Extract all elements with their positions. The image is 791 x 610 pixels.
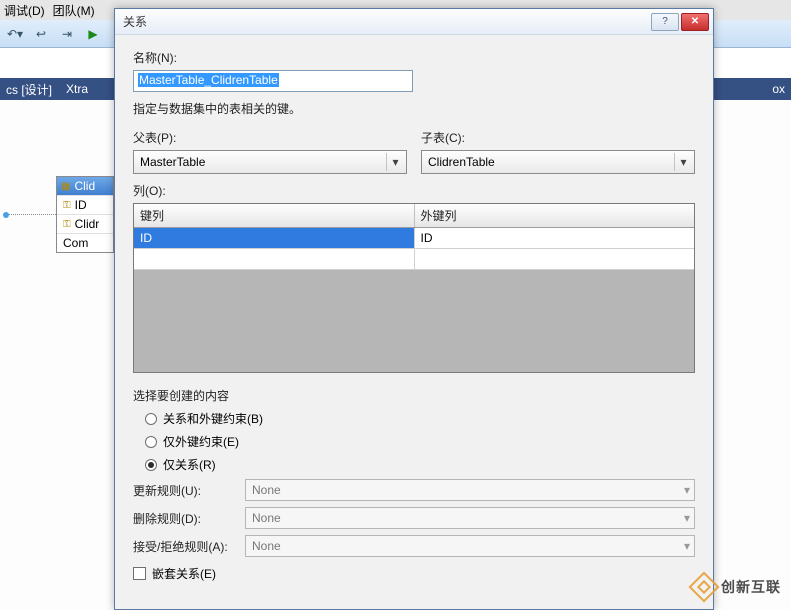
create-section-label: 选择要创建的内容	[133, 387, 695, 404]
parent-table-value: MasterTable	[140, 155, 205, 169]
table-icon: ▦	[61, 181, 70, 192]
delete-rule-label: 删除规则(D):	[133, 510, 235, 527]
child-table-value: ClidrenTable	[428, 155, 495, 169]
chevron-down-icon: ▾	[684, 511, 690, 525]
accept-rule-combo[interactable]: None ▾	[245, 535, 695, 557]
nested-label: 嵌套关系(E)	[152, 565, 216, 582]
grid-row-empty[interactable]: ..	[134, 249, 694, 270]
watermark: 创新互联	[693, 576, 781, 598]
tab-right: ox	[772, 82, 785, 96]
parent-table-combo[interactable]: MasterTable ▾	[133, 150, 407, 174]
watermark-text: 创新互联	[721, 577, 781, 597]
key-icon: ⚿	[63, 219, 71, 230]
key-cell[interactable]: ID	[134, 228, 415, 248]
name-input[interactable]: MasterTable_ClidrenTable	[133, 70, 413, 92]
grid-header: 键列 外键列	[134, 204, 694, 228]
tab-xtra[interactable]: Xtra	[66, 82, 88, 96]
watermark-logo-icon	[688, 571, 719, 602]
fkey-cell[interactable]: ID	[415, 228, 695, 248]
grid-header-fkey: 外键列	[415, 204, 695, 227]
tab-design[interactable]: cs [设计]	[6, 81, 52, 98]
menu-team[interactable]: 团队(M)	[53, 2, 95, 19]
table-widget[interactable]: ▦ Clid ⚿ ID ⚿ Clidr Com	[56, 176, 114, 253]
table-title: Clid	[74, 179, 95, 193]
undo-dropdown-icon[interactable]: ↶▾	[4, 23, 26, 45]
name-label: 名称(N):	[133, 49, 695, 66]
grid-row[interactable]: ID ID	[134, 228, 694, 249]
table-col-label: Com	[63, 236, 88, 250]
name-value: MasterTable_ClidrenTable	[138, 73, 279, 87]
child-label: 子表(C):	[421, 129, 695, 146]
menu-debug[interactable]: 调试(D)	[4, 2, 45, 19]
update-rule-combo[interactable]: None ▾	[245, 479, 695, 501]
key-icon: ⚿	[63, 200, 71, 211]
table-col-label: Clidr	[75, 217, 100, 231]
accept-rule-label: 接受/拒绝规则(A):	[133, 538, 235, 555]
chevron-down-icon: ▾	[674, 153, 692, 171]
table-row[interactable]: Com	[57, 233, 113, 252]
radio-rel-only[interactable]: 仅关系(R)	[145, 456, 695, 473]
radio-fk-only[interactable]: 仅外键约束(E)	[145, 433, 695, 450]
update-rule-label: 更新规则(U):	[133, 482, 235, 499]
accept-rule-value: None	[252, 539, 281, 553]
dialog-title: 关系	[123, 13, 147, 30]
radio-icon	[145, 436, 157, 448]
nested-checkbox-row[interactable]: 嵌套关系(E)	[133, 565, 695, 582]
relationship-dialog: 关系 ? ✕ 名称(N): MasterTable_ClidrenTable 指…	[114, 8, 714, 610]
radio-label: 仅关系(R)	[163, 456, 216, 473]
radio-icon	[145, 459, 157, 471]
columns-grid[interactable]: 键列 外键列 ID ID ..	[133, 203, 695, 373]
radio-label: 仅外键约束(E)	[163, 433, 239, 450]
chevron-down-icon: ▾	[386, 153, 404, 171]
dialog-titlebar[interactable]: 关系 ? ✕	[115, 9, 713, 35]
columns-label: 列(O):	[133, 182, 695, 199]
step-icon[interactable]: ⇥	[56, 23, 78, 45]
parent-label: 父表(P):	[133, 129, 407, 146]
table-row[interactable]: ⚿ Clidr	[57, 214, 113, 233]
relation-connector	[6, 214, 56, 215]
table-col-label: ID	[75, 198, 87, 212]
child-table-combo[interactable]: ClidrenTable ▾	[421, 150, 695, 174]
update-rule-value: None	[252, 483, 281, 497]
checkbox-icon	[133, 567, 146, 580]
close-button[interactable]: ✕	[681, 13, 709, 31]
table-row[interactable]: ⚿ ID	[57, 195, 113, 214]
table-widget-header[interactable]: ▦ Clid	[57, 177, 113, 195]
radio-both[interactable]: 关系和外键约束(B)	[145, 410, 695, 427]
radio-label: 关系和外键约束(B)	[163, 410, 263, 427]
radio-icon	[145, 413, 157, 425]
delete-rule-combo[interactable]: None ▾	[245, 507, 695, 529]
help-button[interactable]: ?	[651, 13, 679, 31]
chevron-down-icon: ▾	[684, 539, 690, 553]
play-icon[interactable]: ▶	[82, 23, 104, 45]
grid-header-key: 键列	[134, 204, 415, 227]
back-icon[interactable]: ↩	[30, 23, 52, 45]
chevron-down-icon: ▾	[684, 483, 690, 497]
delete-rule-value: None	[252, 511, 281, 525]
hint-text: 指定与数据集中的表相关的键。	[133, 100, 695, 117]
